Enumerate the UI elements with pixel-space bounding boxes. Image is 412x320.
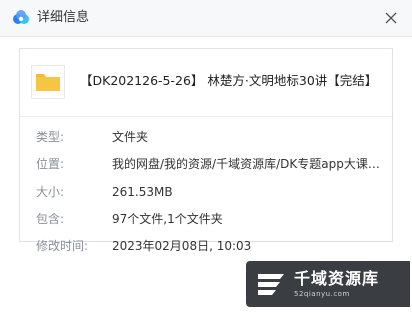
baidu-netdisk-cloud-icon bbox=[13, 10, 29, 24]
watermark-subtitle: 52qianyu.com bbox=[294, 290, 350, 298]
detail-row-contains: 包含: 97个文件,1个文件夹 bbox=[20, 210, 392, 228]
window-title: 详细信息 bbox=[37, 10, 90, 25]
size-value: 261.53MB bbox=[112, 185, 173, 199]
qianyu-logo-icon bbox=[258, 274, 284, 295]
close-icon bbox=[385, 12, 397, 24]
details-panel: 【DK202126-5-26】 林楚方·文明地标30讲【完结】 类型: 文件夹 … bbox=[19, 48, 393, 253]
contains-label: 包含: bbox=[36, 212, 65, 226]
type-label: 类型: bbox=[36, 130, 65, 144]
folder-icon bbox=[31, 65, 65, 99]
contains-value: 97个文件,1个文件夹 bbox=[112, 212, 223, 226]
detail-row-size: 大小: 261.53MB bbox=[20, 183, 392, 201]
watermark-title: 千域资源库 bbox=[294, 269, 380, 288]
location-value[interactable]: 我的网盘/我的资源/千域资源库/DK专题app大课合集 bbox=[112, 155, 382, 173]
divider bbox=[20, 116, 392, 117]
detail-row-type: 类型: 文件夹 bbox=[20, 128, 392, 146]
detail-row-location: 位置: 我的网盘/我的资源/千域资源库/DK专题app大课合集 bbox=[20, 155, 392, 173]
file-name: 【DK202126-5-26】 林楚方·文明地标30讲【完结】 bbox=[80, 73, 378, 88]
detail-row-modified: 修改时间: 2023年02月08日, 10:03 bbox=[20, 237, 392, 255]
modified-value: 2023年02月08日, 10:03 bbox=[112, 239, 252, 253]
title-bar: 详细信息 bbox=[0, 0, 412, 37]
size-label: 大小: bbox=[36, 185, 65, 199]
modified-label: 修改时间: bbox=[36, 239, 89, 253]
close-button[interactable] bbox=[378, 5, 404, 31]
location-label: 位置: bbox=[36, 157, 65, 171]
type-value: 文件夹 bbox=[112, 130, 149, 144]
watermark-badge: 千域资源库 52qianyu.com bbox=[246, 261, 410, 307]
